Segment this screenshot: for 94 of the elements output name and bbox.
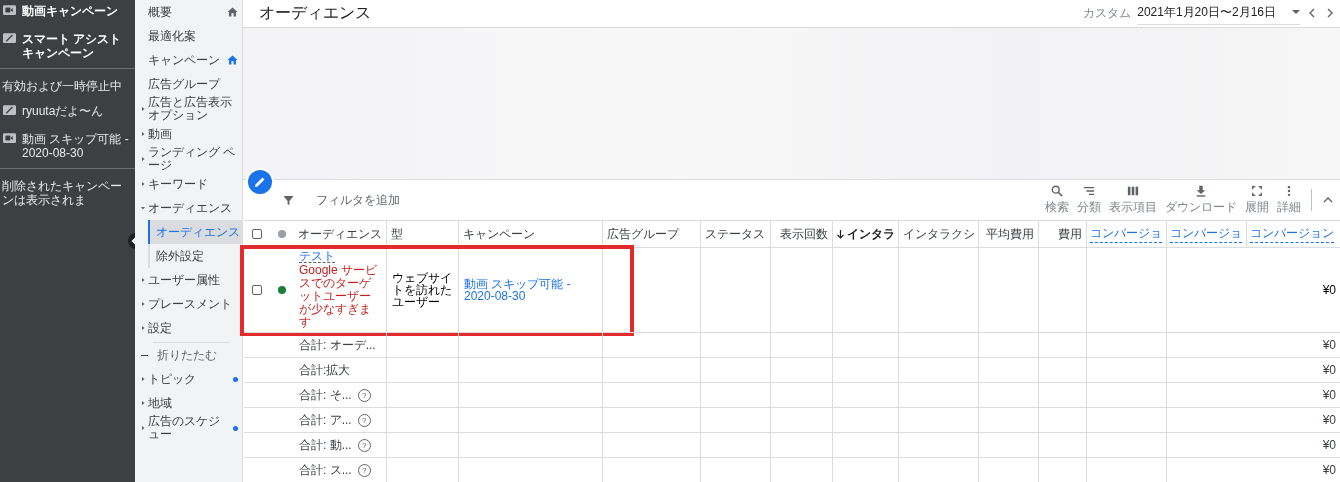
column-header[interactable]: 型 [391,225,403,243]
menu-item[interactable]: トピック [135,367,242,391]
filter-icon[interactable] [283,194,294,206]
table-cell: 合計: ス... [299,464,352,476]
toolbar-button[interactable]: 表示項目 [1107,184,1159,216]
chevron-up-icon [1323,197,1333,204]
video-camera-icon [3,133,16,143]
table-cell: ¥0 [1322,439,1336,451]
search-icon [1051,184,1063,197]
arrow-down-icon [837,229,844,239]
row-checkbox[interactable] [251,285,262,295]
triangle-right-icon [141,302,145,306]
table-cell: ¥0 [1322,364,1336,376]
triangle-down-icon [141,206,145,210]
column-header[interactable]: オーディエンス [298,225,382,243]
table-cell: 合計: 動... [299,439,352,451]
menu-item[interactable]: キャンペーン [135,48,242,72]
campaign-link[interactable]: 動画 スキップ可能 - 2020-08-30 [464,278,597,302]
date-range-label: カスタム [1083,4,1132,22]
menu-item[interactable]: キーワード [135,172,242,196]
date-range-dropdown[interactable]: 2021年1月20日〜2月16日 [1137,1,1300,25]
table-cell: ¥0 [1322,464,1336,476]
edit-button[interactable] [246,168,274,196]
menu-item[interactable]: オーディエンス [135,196,242,220]
table-cell: 合計:拡大 [299,364,351,376]
column-header[interactable]: 平均費用 [986,225,1034,243]
column-header[interactable]: インタラ [837,225,895,243]
menu-item[interactable]: 最適化案 [135,24,242,48]
table-cell: 合計: ア... [299,414,352,426]
table-cell: ¥0 [1322,284,1336,296]
triangle-right-icon [141,182,145,186]
section-label: 有効および一時停止中 [1,78,123,95]
triangle-right-icon [141,377,145,381]
triangle-right-icon [141,401,145,405]
menu-item[interactable]: ユーザー属性 [135,268,242,292]
page-title: オーディエンス [259,2,371,23]
triangle-right-icon [141,157,145,161]
segment-lines-icon [1083,184,1095,197]
menu-item[interactable]: 地域 [135,391,242,415]
menu-item[interactable]: プレースメント [135,292,242,316]
audience-link[interactable]: テスト [299,250,335,263]
video-camera-icon [3,5,16,15]
magic-wand-icon [3,105,16,115]
triangle-right-icon [141,107,145,111]
dropdown-arrow-icon [1292,10,1300,15]
table-cell: 合計: そ... [299,389,352,401]
deleted-campaigns-note: 削除されたキャンペーンは表示されま [1,178,123,209]
campaign-link[interactable]: 動画キャンペーン [22,4,132,18]
status-dot [277,230,286,238]
column-header[interactable]: コンバージョ [1090,225,1162,243]
menu-item[interactable]: ランディング ページ [135,146,242,172]
toolbar-button[interactable]: ダウンロード [1163,184,1239,216]
menu-item[interactable]: 広告のスケジュー [135,415,242,441]
download-icon [1195,184,1207,197]
filter-field[interactable]: フィルタを追加 [314,192,478,209]
column-header[interactable]: キャンペーン [463,225,535,243]
menu-item[interactable]: 概要 [135,0,242,24]
table-cell: ウェブサイトを訪れたユーザー [392,272,453,308]
column-header[interactable]: 広告グループ [607,225,679,243]
table-cell: 合計: オーデ... [299,339,376,351]
column-header[interactable]: インタラクシ [903,225,975,243]
column-header[interactable]: ステータス [705,225,765,243]
column-header[interactable]: コンバージョ [1170,225,1242,243]
toolbar-button[interactable]: 展開 [1243,184,1271,216]
campaign-link[interactable]: ryuutaだよ〜ん [22,104,132,118]
campaign-link[interactable]: スマート アシストキャンペーン [22,32,132,60]
select-all-checkbox[interactable] [251,229,262,239]
column-header[interactable]: 表示回数 [780,225,828,243]
table-cell: ¥0 [1322,414,1336,426]
column-header[interactable]: 費用 [1058,225,1082,243]
triangle-right-icon [141,426,145,430]
submenu-item[interactable]: 除外設定 [148,244,242,268]
menu-item[interactable]: 設定 [135,316,242,340]
chevron-right-icon [1327,8,1333,19]
table-cell: ¥0 [1322,389,1336,401]
toolbar-button[interactable]: 検索 [1043,184,1071,216]
collapse-menu-item[interactable]: 折りたたむ [135,343,242,367]
triangle-right-icon [141,326,145,330]
toolbar-button[interactable]: 分類 [1075,184,1103,216]
campaign-link[interactable]: 動画 スキップ可能 - 2020-08-30 [22,132,132,160]
pencil-icon [253,175,267,189]
columns-icon [1127,184,1139,197]
table-cell: ¥0 [1322,339,1336,351]
menu-item[interactable]: 動画 [135,122,242,146]
chevron-left-icon [1309,8,1315,19]
magic-wand-icon [3,33,16,43]
toolbar-button[interactable]: 詳細 [1275,184,1303,216]
menu-item[interactable]: 広告グループ [135,72,242,96]
warning-text: Google サービスでのターゲットユーザーが少なすぎます [299,264,379,329]
fullscreen-icon [1251,184,1263,197]
menu-item[interactable]: 広告と広告表示オプション [135,96,242,122]
column-header[interactable]: コンバージョン [1250,225,1334,243]
triangle-right-icon [141,278,145,282]
triangle-right-icon [141,132,145,136]
